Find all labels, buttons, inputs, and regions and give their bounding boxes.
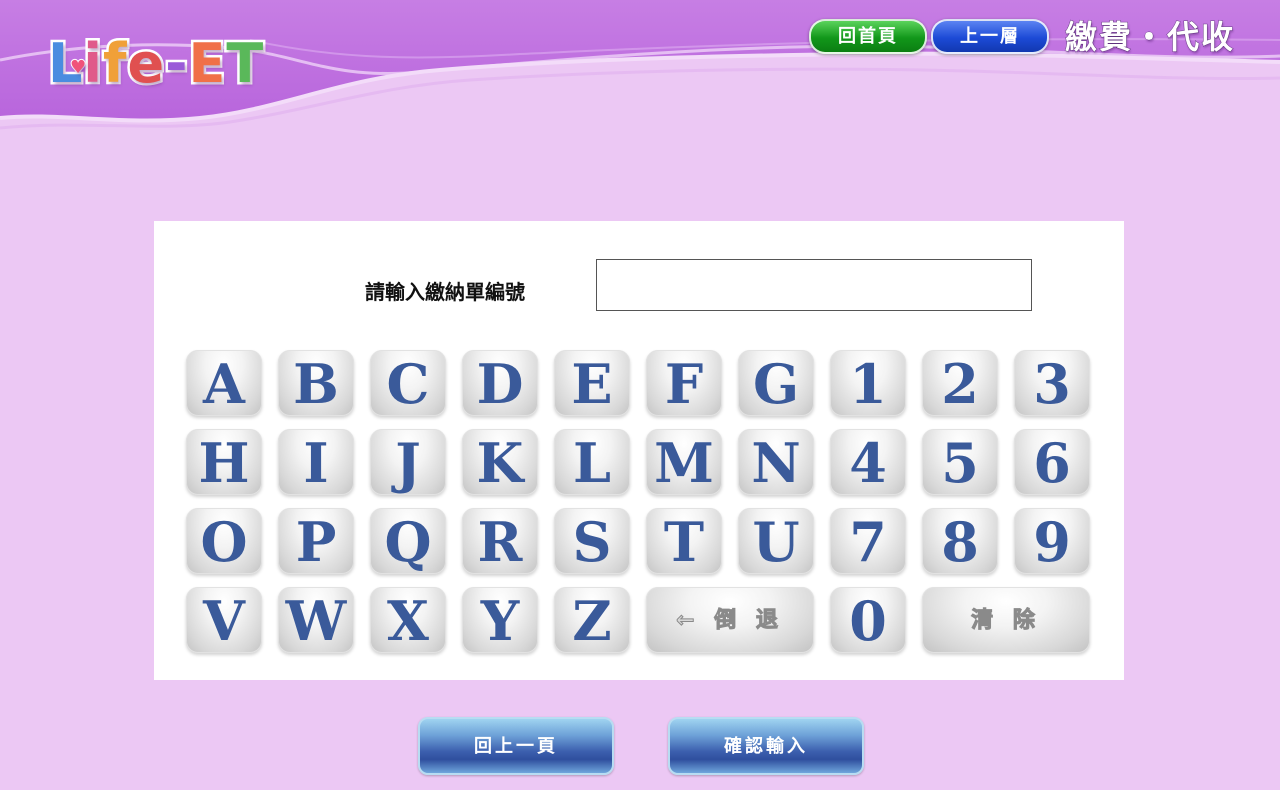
key-t[interactable]: T xyxy=(646,508,722,574)
key-c[interactable]: C xyxy=(370,350,446,416)
key-m[interactable]: M xyxy=(646,429,722,495)
key-e[interactable]: E xyxy=(554,350,630,416)
key-b[interactable]: B xyxy=(278,350,354,416)
key-5[interactable]: 5 xyxy=(922,429,998,495)
key-w[interactable]: W xyxy=(278,587,354,653)
key-2[interactable]: 2 xyxy=(922,350,998,416)
key-f[interactable]: F xyxy=(646,350,722,416)
key-6[interactable]: 6 xyxy=(1014,429,1090,495)
key-8[interactable]: 8 xyxy=(922,508,998,574)
page-title: 繳費・代收 xyxy=(1064,18,1236,57)
key-r[interactable]: R xyxy=(462,508,538,574)
key-7[interactable]: 7 xyxy=(830,508,906,574)
key-i[interactable]: I xyxy=(278,429,354,495)
header-banner: ♥ Life-ET 回首頁 上一層 繳費・代收 xyxy=(0,0,1280,140)
logo-letter: T xyxy=(224,30,266,98)
key-p[interactable]: P xyxy=(278,508,354,574)
key-l[interactable]: L xyxy=(554,429,630,495)
key-y[interactable]: Y xyxy=(462,587,538,653)
key-h[interactable]: H xyxy=(186,429,262,495)
key-q[interactable]: Q xyxy=(370,508,446,574)
key-1[interactable]: 1 xyxy=(830,350,906,416)
key-4[interactable]: 4 xyxy=(830,429,906,495)
heart-icon: ♥ xyxy=(69,56,88,79)
logo-letter: e xyxy=(125,30,167,98)
key-v[interactable]: V xyxy=(186,587,262,653)
up-level-button[interactable]: 上一層 xyxy=(931,19,1049,54)
confirm-input-button[interactable]: 確認輸入 xyxy=(668,717,864,775)
input-panel: 請輸入繳納單編號 A B C D E F G 1 2 3 H I J K L M… xyxy=(154,221,1124,680)
key-n[interactable]: N xyxy=(738,429,814,495)
key-a[interactable]: A xyxy=(186,350,262,416)
backspace-button[interactable]: ← 倒 退 xyxy=(646,587,814,653)
key-k[interactable]: K xyxy=(462,429,538,495)
key-9[interactable]: 9 xyxy=(1014,508,1090,574)
home-button[interactable]: 回首頁 xyxy=(809,19,927,54)
clear-button[interactable]: 清 除 xyxy=(922,587,1090,653)
life-et-logo: ♥ Life-ET xyxy=(45,24,266,104)
key-s[interactable]: S xyxy=(554,508,630,574)
key-z[interactable]: Z xyxy=(554,587,630,653)
logo-letter: E xyxy=(186,30,228,98)
virtual-keyboard: A B C D E F G 1 2 3 H I J K L M N 4 5 6 … xyxy=(154,221,1124,680)
key-o[interactable]: O xyxy=(186,508,262,574)
logo-letter: - xyxy=(163,30,190,98)
key-u[interactable]: U xyxy=(738,508,814,574)
previous-page-button[interactable]: 回上一頁 xyxy=(418,717,614,775)
key-0[interactable]: 0 xyxy=(830,587,906,653)
key-j[interactable]: J xyxy=(370,429,446,495)
key-x[interactable]: X xyxy=(370,587,446,653)
key-g[interactable]: G xyxy=(738,350,814,416)
logo-letter: f xyxy=(100,30,128,98)
key-d[interactable]: D xyxy=(462,350,538,416)
key-3[interactable]: 3 xyxy=(1014,350,1090,416)
